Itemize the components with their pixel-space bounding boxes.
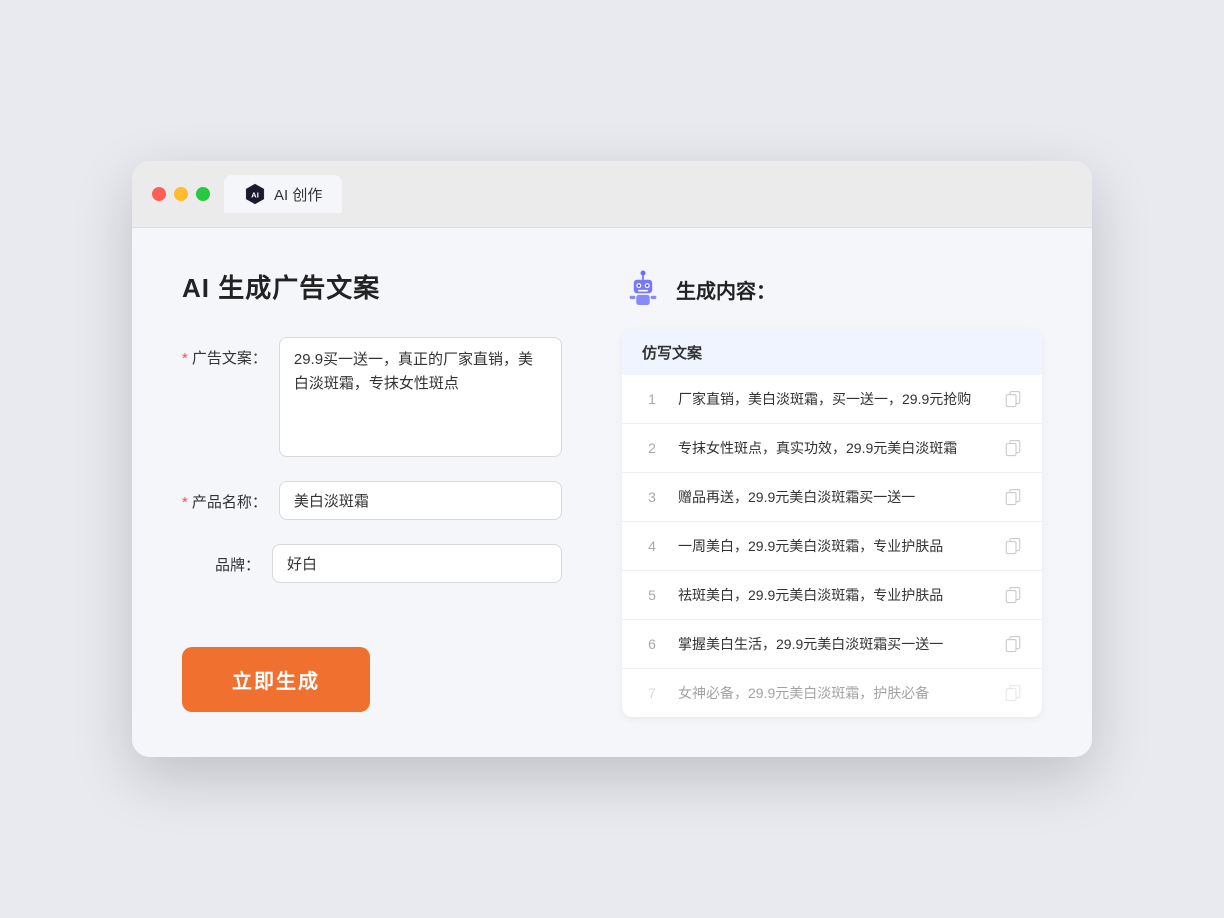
titlebar: AI AI 创作 (132, 161, 1092, 228)
row-number: 1 (642, 391, 662, 407)
brand-label: 品牌： (182, 544, 272, 575)
row-text: 一周美白，29.9元美白淡斑霜，专业护肤品 (678, 536, 988, 556)
tab-label: AI 创作 (274, 184, 322, 205)
left-panel: AI 生成广告文案 广告文案： 产品名称： 品牌： 立即生成 (182, 268, 562, 717)
row-number: 6 (642, 636, 662, 652)
main-content: AI 生成广告文案 广告文案： 产品名称： 品牌： 立即生成 (132, 228, 1092, 757)
row-text: 赠品再送，29.9元美白淡斑霜买一送一 (678, 487, 988, 507)
copy-icon[interactable] (1004, 684, 1022, 702)
result-title: 生成内容： (676, 275, 776, 304)
row-text: 厂家直销，美白淡斑霜，买一送一，29.9元抢购 (678, 389, 988, 409)
ad-copy-input[interactable] (279, 337, 562, 457)
svg-text:AI: AI (251, 190, 259, 199)
robot-icon (622, 268, 664, 310)
table-row: 7 女神必备，29.9元美白淡斑霜，护肤必备 (622, 669, 1042, 717)
table-row: 6 掌握美白生活，29.9元美白淡斑霜买一送一 (622, 620, 1042, 669)
table-row: 3 赠品再送，29.9元美白淡斑霜买一送一 (622, 473, 1042, 522)
ad-copy-group: 广告文案： (182, 337, 562, 457)
brand-group: 品牌： (182, 544, 562, 583)
generate-button[interactable]: 立即生成 (182, 647, 370, 712)
product-name-input[interactable] (279, 481, 562, 520)
result-rows-container: 1 厂家直销，美白淡斑霜，买一送一，29.9元抢购 2 专抹女性斑点，真实功效，29… (622, 375, 1042, 717)
row-number: 5 (642, 587, 662, 603)
copy-icon[interactable] (1004, 390, 1022, 408)
row-number: 7 (642, 685, 662, 701)
table-header: 仿写文案 (622, 330, 1042, 375)
product-name-label: 产品名称： (182, 481, 279, 512)
copy-icon[interactable] (1004, 635, 1022, 653)
copy-icon[interactable] (1004, 439, 1022, 457)
table-row: 4 一周美白，29.9元美白淡斑霜，专业护肤品 (622, 522, 1042, 571)
row-text: 专抹女性斑点，真实功效，29.9元美白淡斑霜 (678, 438, 988, 458)
maximize-button[interactable] (196, 187, 210, 201)
result-table: 仿写文案 1 厂家直销，美白淡斑霜，买一送一，29.9元抢购 2 专抹女性斑点，真实… (622, 330, 1042, 717)
row-number: 3 (642, 489, 662, 505)
close-button[interactable] (152, 187, 166, 201)
result-header: 生成内容： (622, 268, 1042, 310)
ad-copy-label: 广告文案： (182, 337, 279, 368)
row-text: 祛斑美白，29.9元美白淡斑霜，专业护肤品 (678, 585, 988, 605)
ai-tab-icon: AI (244, 183, 266, 205)
page-title: AI 生成广告文案 (182, 268, 562, 305)
copy-icon[interactable] (1004, 537, 1022, 555)
browser-window: AI AI 创作 AI 生成广告文案 广告文案： 产品名称： 品牌： (132, 161, 1092, 757)
traffic-lights (152, 187, 210, 201)
row-number: 2 (642, 440, 662, 456)
table-row: 5 祛斑美白，29.9元美白淡斑霜，专业护肤品 (622, 571, 1042, 620)
copy-icon[interactable] (1004, 488, 1022, 506)
right-panel: 生成内容： 仿写文案 1 厂家直销，美白淡斑霜，买一送一，29.9元抢购 2 专抹女… (622, 268, 1042, 717)
minimize-button[interactable] (174, 187, 188, 201)
brand-input[interactable] (272, 544, 562, 583)
row-text: 掌握美白生活，29.9元美白淡斑霜买一送一 (678, 634, 988, 654)
row-number: 4 (642, 538, 662, 554)
active-tab[interactable]: AI AI 创作 (224, 175, 342, 213)
copy-icon[interactable] (1004, 586, 1022, 604)
table-row: 1 厂家直销，美白淡斑霜，买一送一，29.9元抢购 (622, 375, 1042, 424)
row-text: 女神必备，29.9元美白淡斑霜，护肤必备 (678, 683, 988, 703)
product-name-group: 产品名称： (182, 481, 562, 520)
table-row: 2 专抹女性斑点，真实功效，29.9元美白淡斑霜 (622, 424, 1042, 473)
